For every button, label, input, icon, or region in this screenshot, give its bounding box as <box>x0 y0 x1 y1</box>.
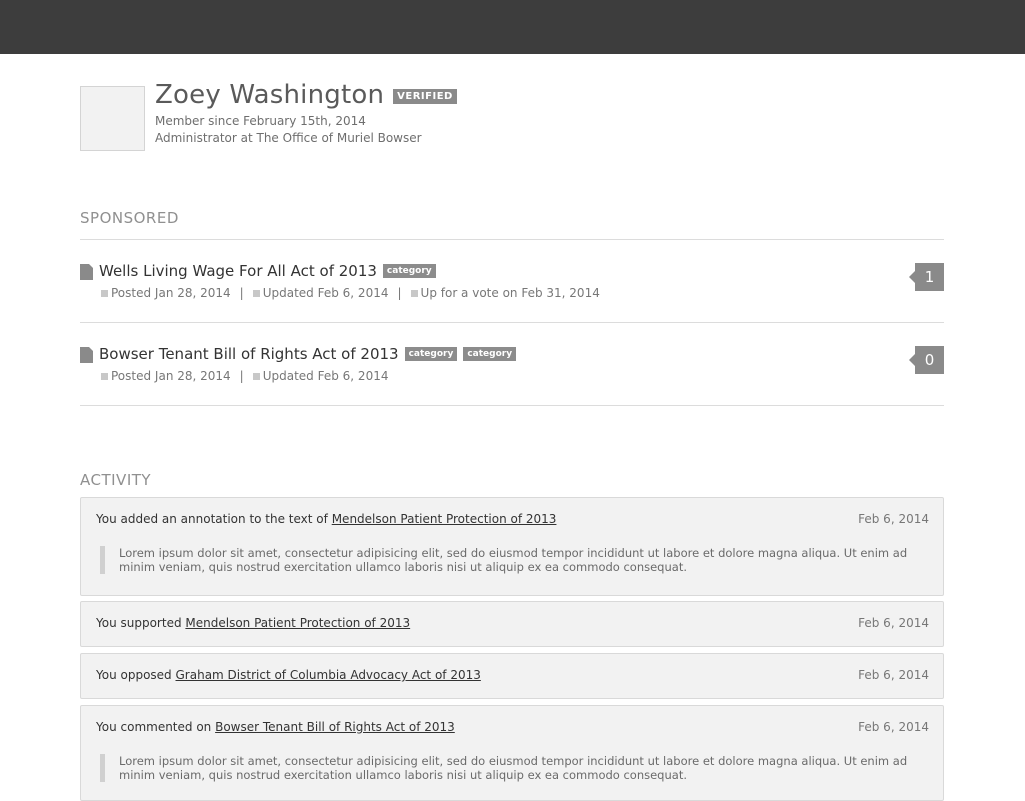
vote-icon <box>410 289 418 297</box>
comment-count-badge[interactable]: 1 <box>909 263 944 291</box>
sponsored-bill: Bowser Tenant Bill of Rights Act of 2013… <box>80 345 944 395</box>
activity-date: Feb 6, 2014 <box>858 616 929 630</box>
updated-icon <box>252 289 260 297</box>
activity-date: Feb 6, 2014 <box>858 512 929 526</box>
verified-badge: VERIFIED <box>393 88 457 104</box>
separator: | <box>239 369 244 383</box>
member-since: Member since February 15th, 2014 <box>155 114 366 128</box>
category-tag[interactable]: category <box>404 347 458 361</box>
bill-title-row: Bowser Tenant Bill of Rights Act of 2013… <box>99 345 517 363</box>
profile-name-row: Zoey Washington VERIFIED <box>155 80 457 110</box>
posted-date: Posted Jan 28, 2014 <box>111 286 231 300</box>
bill-title-link[interactable]: Wells Living Wage For All Act of 2013 <box>99 262 377 280</box>
profile-role: Administrator at The Office of Muriel Bo… <box>155 131 422 145</box>
activity-date: Feb 6, 2014 <box>858 668 929 682</box>
category-tag[interactable]: category <box>463 347 517 361</box>
bill-meta: Posted Jan 28, 2014 | Updated Feb 6, 201… <box>101 369 388 383</box>
posted-icon <box>101 372 108 380</box>
activity-link[interactable]: Bowser Tenant Bill of Rights Act of 2013 <box>215 720 455 734</box>
category-tag[interactable]: category <box>382 264 436 278</box>
updated-date: Updated Feb 6, 2014 <box>262 286 389 300</box>
separator: | <box>239 286 244 300</box>
comment-count-badge[interactable]: 0 <box>909 346 944 374</box>
separator: | <box>397 286 402 300</box>
activity-text: You opposed Graham District of Columbia … <box>96 668 481 682</box>
activity-item: You opposed Graham District of Columbia … <box>80 653 944 699</box>
activity-prefix: You opposed <box>96 668 172 682</box>
posted-date: Posted Jan 28, 2014 <box>111 369 231 383</box>
activity-text: You commented on Bowser Tenant Bill of R… <box>96 720 455 734</box>
activity-item: You supported Mendelson Patient Protecti… <box>80 601 944 647</box>
profile-name: Zoey Washington <box>155 80 385 110</box>
avatar <box>80 86 145 151</box>
vote-date: Up for a vote on Feb 31, 2014 <box>420 286 600 300</box>
activity-link[interactable]: Mendelson Patient Protection of 2013 <box>332 512 557 526</box>
activity-date: Feb 6, 2014 <box>858 720 929 734</box>
activity-text: You supported Mendelson Patient Protecti… <box>96 616 410 630</box>
document-icon <box>80 347 93 363</box>
updated-icon <box>252 372 260 380</box>
activity-prefix: You supported <box>96 616 182 630</box>
annotation-quote: Lorem ipsum dolor sit amet, consectetur … <box>100 546 945 574</box>
sponsored-bill: Wells Living Wage For All Act of 2013 ca… <box>80 262 944 312</box>
updated-date: Updated Feb 6, 2014 <box>262 369 389 383</box>
divider <box>80 405 944 406</box>
activity-prefix: You added an annotation to the text of <box>96 512 328 526</box>
bill-meta: Posted Jan 28, 2014 | Updated Feb 6, 201… <box>101 286 600 300</box>
divider <box>80 239 944 240</box>
activity-prefix: You commented on <box>96 720 212 734</box>
activity-item: You commented on Bowser Tenant Bill of R… <box>80 705 944 801</box>
document-icon <box>80 264 93 280</box>
sponsored-heading: SPONSORED <box>80 209 179 227</box>
activity-heading: ACTIVITY <box>80 471 152 489</box>
activity-text: You added an annotation to the text of M… <box>96 512 556 526</box>
posted-icon <box>101 289 108 297</box>
divider <box>80 322 944 323</box>
bill-title-row: Wells Living Wage For All Act of 2013 ca… <box>99 262 436 280</box>
activity-link[interactable]: Graham District of Columbia Advocacy Act… <box>176 668 481 682</box>
activity-item: You added an annotation to the text of M… <box>80 497 944 596</box>
activity-link[interactable]: Mendelson Patient Protection of 2013 <box>185 616 410 630</box>
bill-title-link[interactable]: Bowser Tenant Bill of Rights Act of 2013 <box>99 345 399 363</box>
comment-quote: Lorem ipsum dolor sit amet, consectetur … <box>100 754 945 782</box>
top-nav-bar <box>0 0 1025 54</box>
